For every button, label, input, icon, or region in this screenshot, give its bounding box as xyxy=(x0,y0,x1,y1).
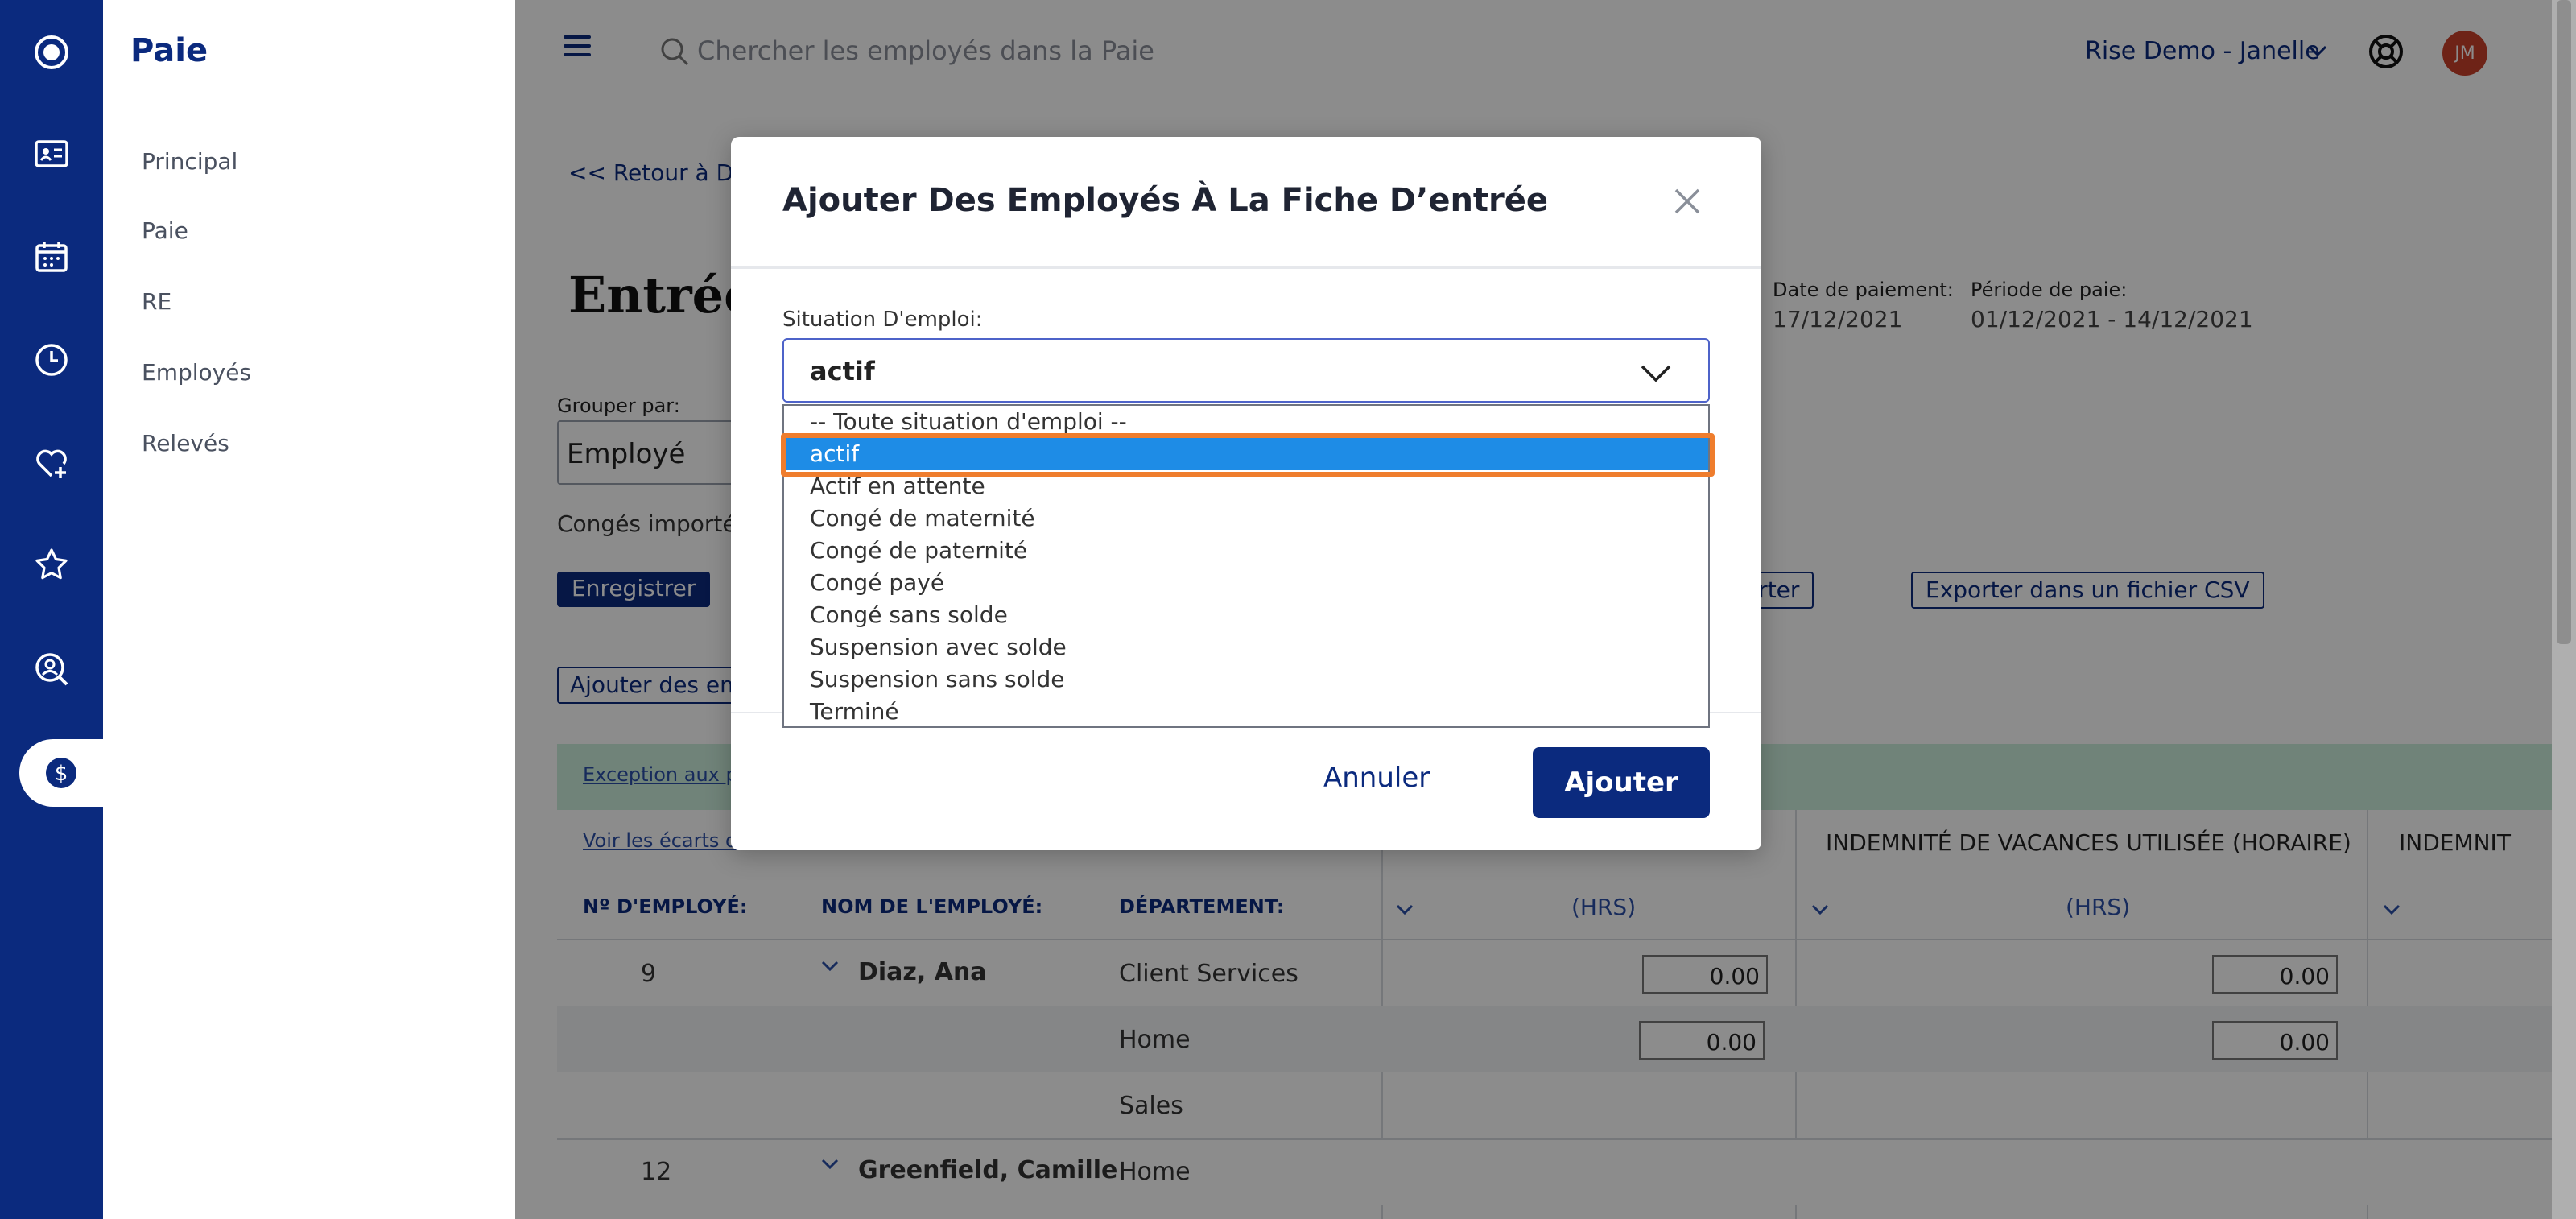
selection-highlight xyxy=(781,433,1715,477)
add-button[interactable]: Ajouter xyxy=(1533,747,1710,818)
svg-text:$: $ xyxy=(55,762,68,786)
sidebar-item-paie[interactable]: Paie xyxy=(142,217,188,244)
employment-status-label: Situation D'emploi: xyxy=(782,308,983,332)
option-termine[interactable]: Terminé xyxy=(784,696,1708,728)
sidebar-item-re[interactable]: RE xyxy=(142,288,171,315)
clock-icon[interactable] xyxy=(0,324,103,396)
calendar-icon[interactable] xyxy=(0,221,103,293)
id-card-icon[interactable] xyxy=(0,118,103,190)
payroll-sidebar: Paie Principal Paie RE Employés Relevés xyxy=(103,0,515,1219)
employment-status-select[interactable]: actif xyxy=(782,338,1710,403)
sidebar-item-employes[interactable]: Employés xyxy=(142,359,251,386)
scrollbar-thumb[interactable] xyxy=(2557,0,2571,644)
employment-status-value: actif xyxy=(810,356,875,386)
option-conge-maternite[interactable]: Congé de maternité xyxy=(784,502,1708,535)
option-conge-paternite[interactable]: Congé de paternité xyxy=(784,535,1708,567)
app-rail: $ xyxy=(0,0,103,1219)
modal-divider xyxy=(731,266,1761,269)
modal-title: Ajouter Des Employés À La Fiche D’entrée xyxy=(782,182,1549,219)
sidebar-item-releves[interactable]: Relevés xyxy=(142,430,229,457)
cancel-button[interactable]: Annuler xyxy=(1323,762,1430,794)
heart-plus-icon[interactable] xyxy=(0,427,103,499)
chevron-down-icon[interactable] xyxy=(1639,356,1673,390)
option-suspension-sans-solde[interactable]: Suspension sans solde xyxy=(784,663,1708,696)
option-conge-paye[interactable]: Congé payé xyxy=(784,567,1708,599)
app-logo-icon[interactable] xyxy=(0,16,103,89)
option-conge-sans-solde[interactable]: Congé sans solde xyxy=(784,599,1708,631)
sidebar-title: Paie xyxy=(130,32,208,69)
user-search-icon[interactable] xyxy=(0,633,103,705)
star-icon[interactable] xyxy=(0,528,103,601)
sidebar-item-principal[interactable]: Principal xyxy=(142,148,237,175)
close-icon[interactable] xyxy=(1671,185,1703,217)
option-suspension-avec-solde[interactable]: Suspension avec solde xyxy=(784,631,1708,663)
payroll-dollar-icon[interactable]: $ xyxy=(19,739,103,807)
